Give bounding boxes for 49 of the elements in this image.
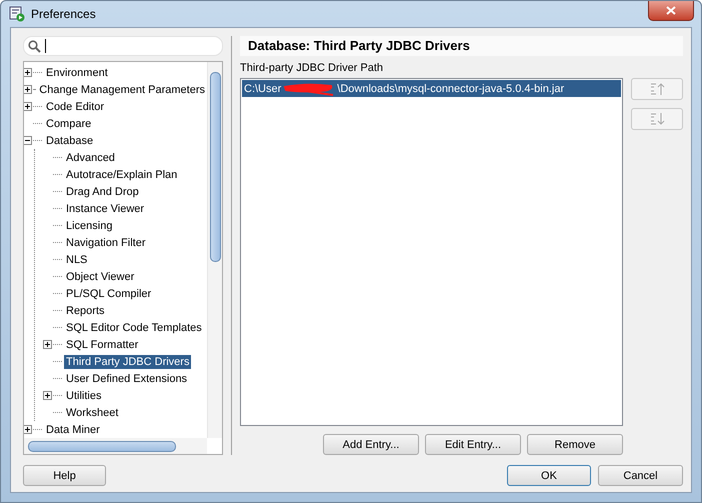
driver-path-entry[interactable]: C:\User \Downloads\mysql-connector-java-5.0.4-bin.jar [242, 80, 621, 97]
preferences-icon [9, 6, 25, 22]
tree-item[interactable]: Data Miner [44, 422, 102, 436]
tree-item[interactable]: Object Viewer [64, 270, 136, 284]
tree-item[interactable]: Change Management Parameters [37, 82, 207, 96]
tree-item[interactable]: Navigation Filter [64, 236, 148, 250]
tree-item[interactable]: SQL Editor Code Templates [64, 320, 204, 334]
collapse-icon[interactable] [24, 136, 32, 145]
search-icon [28, 40, 41, 52]
expand-icon[interactable] [24, 85, 32, 94]
tree-item[interactable]: Worksheet [64, 406, 120, 420]
tree-item[interactable]: Third Party JDBC Drivers [64, 354, 192, 368]
window-title: Preferences [31, 7, 96, 21]
tree-item[interactable]: NLS [64, 252, 90, 266]
tree-item[interactable]: User Defined Extensions [64, 372, 190, 386]
page-heading: Database: Third Party JDBC Drivers [240, 36, 683, 56]
expand-icon[interactable] [24, 102, 32, 111]
tree-item[interactable]: Advanced [64, 150, 117, 164]
vertical-scrollbar[interactable] [207, 62, 222, 438]
tree-item[interactable]: Utilities [64, 388, 104, 402]
expand-icon[interactable] [43, 391, 52, 400]
expand-icon[interactable] [24, 425, 32, 434]
tree-item[interactable]: Autotrace/Explain Plan [64, 168, 180, 182]
help-button[interactable]: Help [23, 465, 106, 486]
tree-item[interactable]: Compare [44, 116, 94, 130]
list-label: Third-party JDBC Driver Path [240, 62, 384, 74]
action-button[interactable]: Remove [527, 434, 623, 455]
tree-item[interactable]: Environment [44, 66, 110, 80]
expand-icon[interactable] [43, 340, 52, 349]
horizontal-scrollbar[interactable] [24, 438, 207, 454]
tree-item[interactable]: Licensing [64, 218, 114, 232]
move-down-icon [649, 112, 665, 126]
action-button[interactable]: Edit Entry... [425, 434, 521, 455]
move-up-icon [649, 82, 665, 96]
tree-item[interactable]: Code Editor [44, 100, 106, 114]
tree-item[interactable]: SQL Formatter [64, 338, 140, 352]
tree-item[interactable]: Drag And Drop [64, 184, 141, 198]
tree-item[interactable]: PL/SQL Compiler [64, 286, 154, 300]
ok-button[interactable]: OK [507, 465, 591, 486]
close-icon [666, 6, 676, 15]
tree-item[interactable]: Instance Viewer [64, 202, 146, 216]
action-button[interactable]: Add Entry... [323, 434, 419, 455]
redaction-scribble [283, 83, 336, 96]
close-button[interactable] [648, 1, 694, 21]
search-field[interactable] [23, 36, 223, 56]
tree-item[interactable]: Database [44, 134, 96, 148]
expand-icon[interactable] [24, 68, 32, 77]
cancel-button[interactable]: Cancel [598, 465, 683, 486]
tree-item[interactable]: Reports [64, 304, 107, 318]
